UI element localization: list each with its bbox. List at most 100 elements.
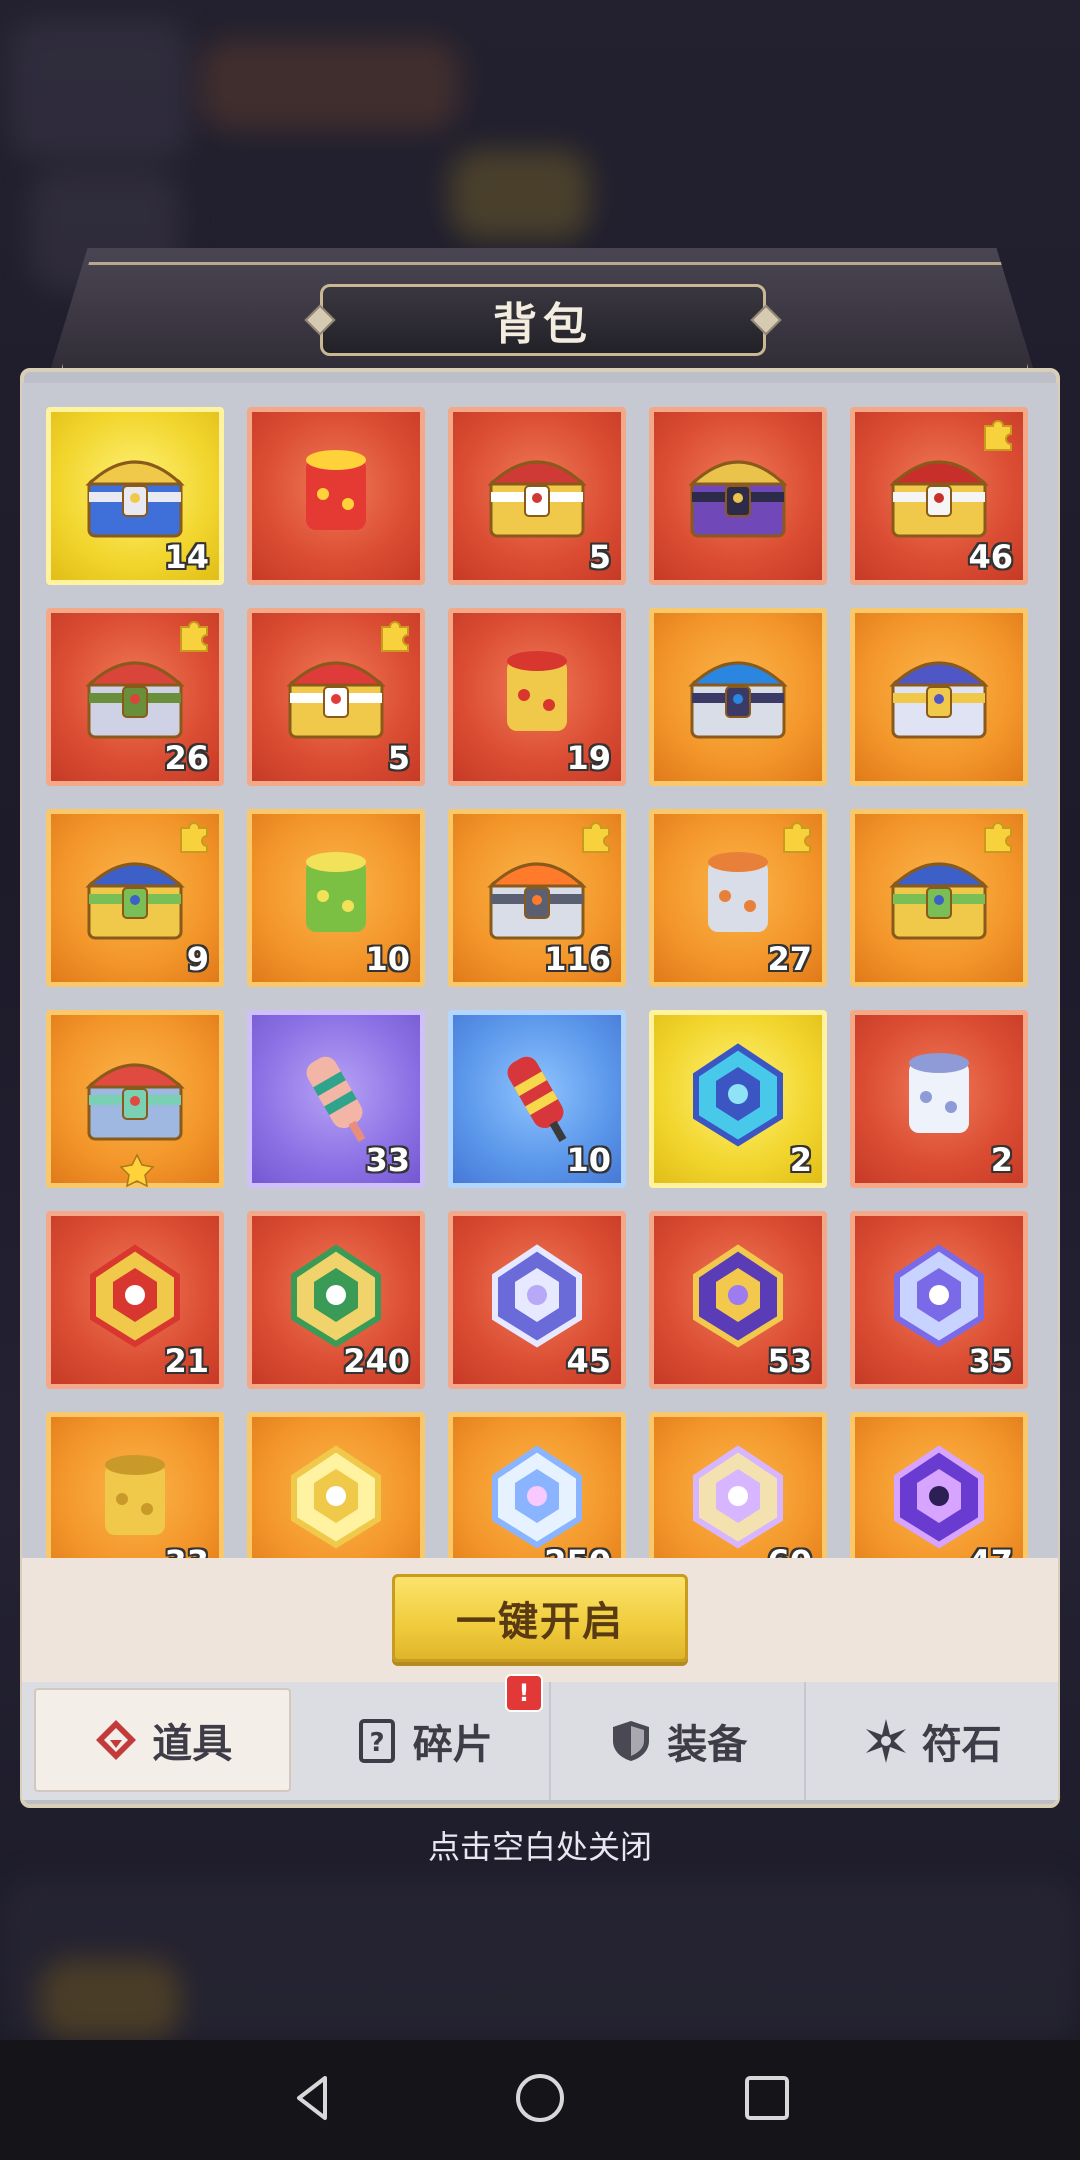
- item-count: 33: [365, 1141, 410, 1179]
- item-slot-golden-book[interactable]: 33: [46, 1412, 224, 1558]
- item-slot-red-gem-chest[interactable]: 46: [850, 407, 1028, 585]
- item-slot-silver-star-chest[interactable]: 116: [448, 809, 626, 987]
- item-slot-hex-crystal-frame[interactable]: 2: [649, 1010, 827, 1188]
- red-gem-chest-icon: [881, 434, 997, 550]
- tab-equipment[interactable]: 装备: [551, 1682, 806, 1800]
- item-count: 45: [566, 1342, 611, 1380]
- tab-fragments[interactable]: ? 碎片 !: [297, 1674, 551, 1800]
- category-tabs: 道具 ? 碎片 ! 装备 符石: [22, 1674, 1059, 1800]
- item-slot-stardust-pile[interactable]: 45: [448, 1211, 626, 1389]
- question-card-chest-icon: [77, 836, 193, 952]
- item-slot-leaf-chest-orange[interactable]: 27: [649, 809, 827, 987]
- open-all-button[interactable]: 一键开启: [392, 1574, 688, 1662]
- puzzle-piece-icon: [981, 818, 1017, 854]
- item-slot-crystal-cube[interactable]: 2: [850, 1010, 1028, 1188]
- item-slot-green-medal[interactable]: 240: [247, 1211, 425, 1389]
- red-gold-chest-icon: [479, 635, 595, 751]
- rune-star-icon: [862, 1717, 910, 1765]
- silver-blue-chest-icon: [881, 635, 997, 751]
- item-slot-red-firecracker[interactable]: 10: [448, 1010, 626, 1188]
- item-slot-red-medal[interactable]: 21: [46, 1211, 224, 1389]
- question-card-icon: ?: [353, 1717, 401, 1765]
- leaf-chest-icon: [77, 635, 193, 751]
- item-count: 2: [789, 1141, 812, 1179]
- item-grid: 14 5 46 26 5 19 9 10 116 27 33 10 2 2 21 240 45 53 35 33 250…: [46, 407, 1028, 1558]
- item-slot-golden-sun-star[interactable]: [247, 1412, 425, 1558]
- system-nav-bar: [0, 2040, 1080, 2160]
- item-slot-winged-blue-chest[interactable]: 14: [46, 407, 224, 585]
- item-count: 10: [365, 940, 410, 978]
- item-slot-purple-potion[interactable]: 53: [649, 1211, 827, 1389]
- item-slot-heart-check-chest[interactable]: 5: [247, 608, 425, 786]
- purple-orb-icon: [881, 1439, 997, 1555]
- green-cylinder-icon: [278, 836, 394, 952]
- item-count: 9: [186, 940, 209, 978]
- item-count: 116: [544, 940, 611, 978]
- hex-crystal-frame-icon: [680, 1037, 796, 1153]
- firework-rocket-icon: [278, 1037, 394, 1153]
- item-count: 47: [968, 1543, 1013, 1558]
- item-slot-dragon-gold-chest[interactable]: 5: [448, 407, 626, 585]
- tab-label: 符石: [921, 1722, 1002, 1768]
- heart-check-chest-icon: [278, 635, 394, 751]
- item-count: 14: [164, 538, 209, 576]
- item-slot-question-card-chest[interactable]: 9: [46, 809, 224, 987]
- winged-blue-chest-icon: [77, 434, 193, 550]
- purple-potion-icon: [680, 1238, 796, 1354]
- item-slot-firework-rocket[interactable]: 33: [247, 1010, 425, 1188]
- item-slot-rainbow-drop[interactable]: 250: [448, 1412, 626, 1558]
- tab-runes[interactable]: 符石: [806, 1682, 1059, 1800]
- tab-items[interactable]: 道具: [34, 1688, 291, 1792]
- item-count: 26: [164, 739, 209, 777]
- item-count: 5: [387, 739, 410, 777]
- item-slot-check-card-chest[interactable]: [850, 809, 1028, 987]
- red-firecracker-icon: [479, 1037, 595, 1153]
- green-medal-icon: [278, 1238, 394, 1354]
- potion-icon: [92, 1716, 140, 1764]
- silver-star-chest-icon: [479, 836, 595, 952]
- red-star-cylinder-icon: [278, 434, 394, 550]
- page-title: 背包: [493, 299, 593, 350]
- item-slot-red-gold-chest[interactable]: 19: [448, 608, 626, 786]
- crystal-cube-icon: [881, 1037, 997, 1153]
- tab-label: 道具: [152, 1721, 233, 1767]
- item-count: 250: [544, 1543, 611, 1558]
- leaf-chest-orange-icon: [680, 836, 796, 952]
- item-slot-purple-orb[interactable]: 47: [850, 1412, 1028, 1558]
- item-grid-viewport[interactable]: 14 5 46 26 5 19 9 10 116 27 33 10 2 2 21 240 45 53 35 33 250…: [22, 383, 1058, 1558]
- item-slot-red-star-cylinder[interactable]: [247, 407, 425, 585]
- item-slot-blue-orb-chest[interactable]: [649, 608, 827, 786]
- item-slot-green-cylinder[interactable]: 10: [247, 809, 425, 987]
- back-icon[interactable]: [285, 2070, 341, 2130]
- item-count: 10: [566, 1141, 611, 1179]
- item-count: 240: [343, 1342, 410, 1380]
- puzzle-piece-icon: [981, 416, 1017, 452]
- item-slot-ice-crystal-cluster[interactable]: 35: [850, 1211, 1028, 1389]
- check-card-chest-icon: [881, 836, 997, 952]
- item-count: 2: [990, 1141, 1013, 1179]
- item-count: 46: [968, 538, 1013, 576]
- item-slot-silver-blue-chest[interactable]: [850, 608, 1028, 786]
- item-count: 60: [767, 1543, 812, 1558]
- puzzle-piece-icon: [579, 818, 615, 854]
- recents-icon[interactable]: [739, 2070, 795, 2130]
- golden-sun-star-icon: [278, 1439, 394, 1555]
- shield-icon: [607, 1717, 655, 1765]
- item-slot-pearl-flower[interactable]: 60: [649, 1412, 827, 1558]
- item-count: 35: [968, 1342, 1013, 1380]
- puzzle-piece-icon: [177, 818, 213, 854]
- item-count: 5: [588, 538, 611, 576]
- item-count: 19: [566, 739, 611, 777]
- item-slot-hero-card[interactable]: [649, 407, 827, 585]
- hero-card-icon: [680, 434, 796, 550]
- home-icon[interactable]: [512, 2070, 568, 2130]
- equipment-select-box-icon: [77, 1037, 193, 1153]
- tab-label: 碎片: [412, 1722, 493, 1768]
- golden-book-icon: [77, 1439, 193, 1555]
- svg-text:?: ?: [369, 1728, 384, 1758]
- item-slot-leaf-chest[interactable]: 26: [46, 608, 224, 786]
- blue-orb-chest-icon: [680, 635, 796, 751]
- rainbow-drop-icon: [479, 1439, 595, 1555]
- puzzle-piece-icon: [780, 818, 816, 854]
- item-slot-equipment-select-box[interactable]: [46, 1010, 224, 1188]
